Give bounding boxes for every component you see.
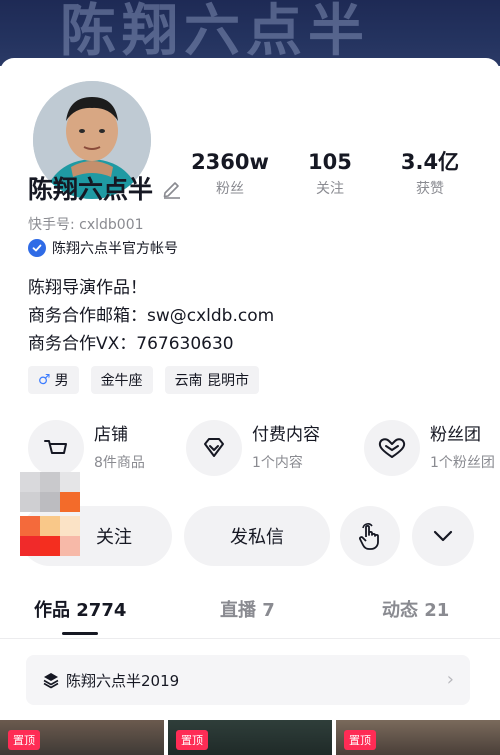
- collection-entry[interactable]: 陈翔六点半2019 ›: [26, 655, 470, 705]
- layers-icon: [43, 673, 59, 689]
- action-buttons: 关注 发私信: [20, 506, 480, 566]
- active-tab-indicator: [62, 632, 98, 635]
- service-shop[interactable]: 店铺 8件商品: [28, 420, 145, 476]
- tag-zodiac: 金牛座: [90, 366, 153, 394]
- stat-likes[interactable]: 3.4亿 获赞: [380, 150, 480, 198]
- video-thumbnail[interactable]: 置顶: [0, 720, 164, 755]
- stat-label: 关注: [315, 181, 344, 197]
- video-thumbnail[interactable]: 置顶: [168, 720, 332, 755]
- bio-line: 商务合作VX：767630630: [28, 334, 234, 354]
- tab-moments[interactable]: 动态 21: [382, 596, 449, 622]
- profile-banner: 陈翔六点半: [0, 0, 500, 66]
- profile-stats: 2360w 粉丝 105 关注 3.4亿 获赞: [180, 150, 480, 198]
- tag-label: 男: [54, 373, 69, 389]
- profile-tabs: 作品 2774 直播 7 动态 21: [0, 596, 500, 638]
- collection-label: 陈翔六点半2019: [66, 671, 180, 690]
- pinned-badge: 置顶: [176, 730, 208, 750]
- chevron-right-icon: ›: [446, 669, 454, 690]
- chevron-down-icon: [433, 530, 453, 542]
- service-sub: 8件商品: [94, 455, 145, 471]
- profile-name: 陈翔六点半: [28, 175, 154, 204]
- bio-line: 陈翔导演作品！: [28, 278, 147, 298]
- more-dropdown-button[interactable]: [412, 506, 474, 566]
- profile-name-row: 陈翔六点半: [28, 170, 183, 206]
- service-title: 粉丝团: [430, 425, 481, 445]
- follow-button-label: 关注: [96, 527, 132, 548]
- tab-live[interactable]: 直播 7: [220, 596, 275, 622]
- stat-value: 2360w: [191, 150, 269, 174]
- service-paid-content[interactable]: 付费内容 1个内容: [186, 420, 320, 476]
- message-button[interactable]: 发私信: [184, 506, 330, 566]
- profile-bio: 陈翔导演作品！ 商务合作邮箱：sw@cxldb.com 商务合作VX：76763…: [28, 274, 274, 358]
- service-sub: 1个内容: [252, 455, 303, 471]
- service-title: 付费内容: [252, 425, 320, 445]
- tag-gender: ♂ 男: [28, 366, 79, 394]
- banner-text: 陈翔六点半: [60, 0, 370, 64]
- profile-sheet: 2360w 粉丝 105 关注 3.4亿 获赞: [0, 58, 500, 755]
- pinned-badge: 置顶: [344, 730, 376, 750]
- stat-label: 获赞: [415, 181, 444, 197]
- tag-label: 金牛座: [100, 373, 143, 389]
- verification-line: 陈翔六点半官方帐号: [28, 238, 178, 258]
- poke-button[interactable]: [340, 506, 400, 566]
- hand-tap-icon: [359, 523, 379, 550]
- heart-icon: [364, 420, 420, 476]
- service-title: 店铺: [94, 425, 128, 445]
- tab-works[interactable]: 作品 2774: [34, 596, 126, 622]
- profile-id: 快手号: cxldb001: [28, 217, 144, 233]
- stat-following[interactable]: 105 关注: [280, 150, 380, 198]
- edit-icon[interactable]: [161, 177, 183, 199]
- tag-label: 云南 昆明市: [174, 373, 250, 389]
- stat-value: 3.4亿: [400, 150, 460, 174]
- video-grid: 置顶 置顶 置顶: [0, 720, 500, 755]
- profile-tags: ♂ 男 金牛座 云南 昆明市: [28, 366, 271, 394]
- services-row: 店铺 8件商品 付费内容 1个内容 粉丝团 1个粉丝团: [28, 420, 500, 480]
- stat-fans[interactable]: 2360w 粉丝: [180, 150, 280, 198]
- divider: [0, 638, 500, 639]
- bio-line: 商务合作邮箱：sw@cxldb.com: [28, 306, 275, 326]
- stat-label: 粉丝: [215, 181, 244, 197]
- pinned-badge: 置顶: [8, 730, 40, 750]
- stat-value: 105: [308, 150, 352, 174]
- tag-location[interactable]: 云南 昆明市: [164, 366, 260, 394]
- male-icon: ♂: [38, 372, 51, 388]
- diamond-icon: [186, 420, 242, 476]
- service-sub: 1个粉丝团: [430, 455, 495, 471]
- video-thumbnail[interactable]: 置顶: [336, 720, 500, 755]
- cart-icon: [28, 420, 84, 476]
- message-button-label: 发私信: [230, 527, 284, 548]
- verified-badge-icon: [28, 239, 46, 257]
- verified-text: 陈翔六点半官方帐号: [52, 241, 178, 257]
- service-fan-club[interactable]: 粉丝团 1个粉丝团: [364, 420, 495, 476]
- pixelated-overlay: [20, 472, 80, 558]
